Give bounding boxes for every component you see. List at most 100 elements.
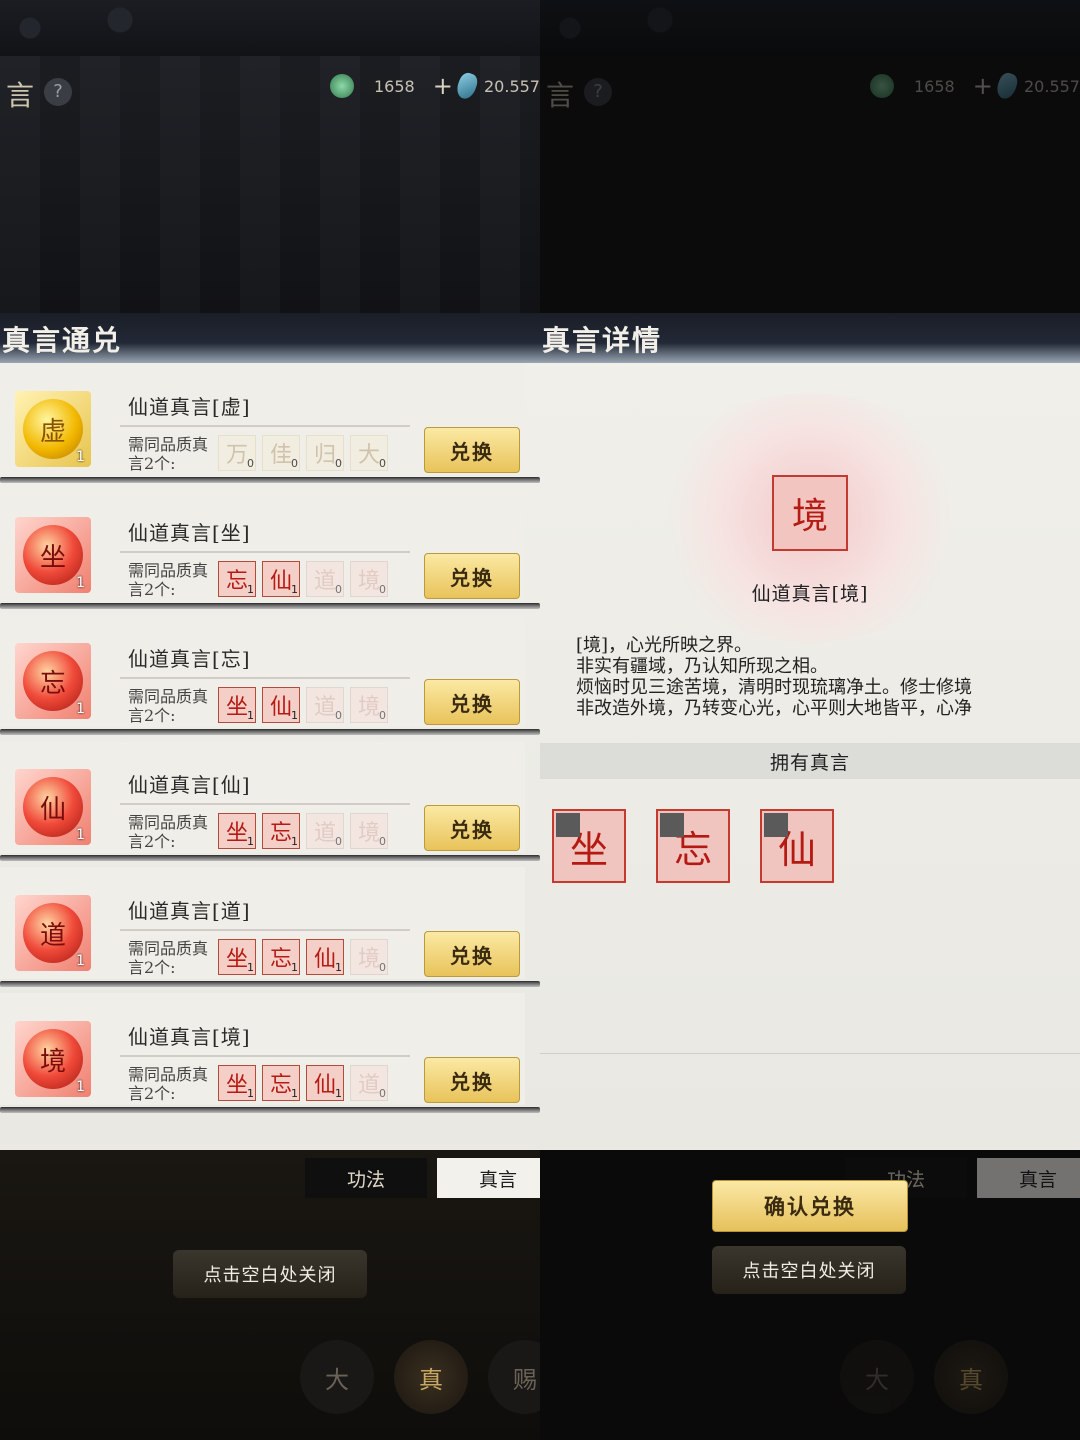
owned-seal[interactable]: 仙 bbox=[760, 809, 834, 883]
slot-count: 1 bbox=[291, 835, 298, 848]
requirement-slot[interactable]: 忘 1 bbox=[262, 1065, 300, 1101]
slot-glyph: 大 bbox=[357, 443, 380, 468]
exchange-row: 仙 1 仙道真言[仙] 需同品质真言2个: 坐 1 忘 1 道 0 境 0 兑换 bbox=[0, 741, 540, 861]
requirement-slot[interactable]: 道 0 bbox=[306, 687, 344, 723]
requirement-slots: 忘 1 仙 1 道 0 境 0 bbox=[218, 561, 388, 597]
requirement-slot[interactable]: 境 0 bbox=[350, 687, 388, 723]
requirement-slot[interactable]: 道 0 bbox=[350, 1065, 388, 1101]
tab-zhenyan[interactable]: 真言 bbox=[977, 1158, 1080, 1198]
bottom-nav: 大 真 赐 bbox=[300, 1340, 540, 1414]
item-icon-frame[interactable]: 虚 1 bbox=[15, 391, 91, 467]
slot-count: 1 bbox=[291, 583, 298, 596]
name-divider bbox=[120, 425, 410, 427]
exchange-row: 虚 1 仙道真言[虚] 需同品质真言2个: 万 0 佳 0 归 0 大 0 兑换 bbox=[0, 363, 540, 483]
tab-zhenyan[interactable]: 真言 bbox=[437, 1158, 540, 1198]
slot-glyph: 坐 bbox=[225, 821, 248, 846]
requirement-slot[interactable]: 坐 1 bbox=[218, 813, 256, 849]
tab-gongfa[interactable]: 功法 bbox=[305, 1158, 427, 1198]
slot-glyph: 境 bbox=[357, 569, 380, 594]
slot-count: 0 bbox=[379, 1087, 386, 1100]
help-icon[interactable]: ? bbox=[584, 78, 612, 106]
requirement-slot[interactable]: 忘 1 bbox=[262, 813, 300, 849]
select-checkbox-icon[interactable] bbox=[556, 813, 580, 837]
requirement-slot[interactable]: 仙 1 bbox=[306, 939, 344, 975]
requirement-label: 需同品质真言2个: bbox=[128, 561, 209, 599]
nav-zhenyan[interactable]: 真 bbox=[394, 1340, 468, 1414]
item-icon-frame[interactable]: 坐 1 bbox=[15, 517, 91, 593]
name-divider bbox=[120, 677, 410, 679]
item-icon-frame[interactable]: 仙 1 bbox=[15, 769, 91, 845]
slot-glyph: 仙 bbox=[269, 695, 292, 720]
slot-count: 0 bbox=[247, 457, 254, 470]
requirement-slot[interactable]: 忘 1 bbox=[218, 561, 256, 597]
requirement-slot[interactable]: 仙 1 bbox=[262, 687, 300, 723]
close-hint[interactable]: 点击空白处关闭 bbox=[712, 1246, 906, 1294]
item-orb-icon: 坐 bbox=[23, 525, 83, 585]
slot-glyph: 仙 bbox=[269, 569, 292, 594]
requirement-slot[interactable]: 境 0 bbox=[350, 813, 388, 849]
dialog-title: 真言详情 bbox=[542, 324, 663, 357]
requirement-slot[interactable]: 坐 1 bbox=[218, 687, 256, 723]
owned-seal[interactable]: 坐 bbox=[552, 809, 626, 883]
requirement-slot[interactable]: 仙 1 bbox=[262, 561, 300, 597]
slot-count: 0 bbox=[379, 709, 386, 722]
slot-glyph: 仙 bbox=[313, 947, 336, 972]
detail-body: 境 仙道真言[境] [境]，心光所映之界。 非实有疆域，乃认知所现之相。 烦恼时… bbox=[540, 363, 1080, 1153]
nav-ci[interactable]: 赐 bbox=[488, 1340, 540, 1414]
exchange-button[interactable]: 兑换 bbox=[424, 553, 520, 599]
slot-glyph: 归 bbox=[313, 443, 336, 468]
select-checkbox-icon[interactable] bbox=[660, 813, 684, 837]
exchange-button[interactable]: 兑换 bbox=[424, 805, 520, 851]
plus-icon[interactable]: + bbox=[433, 72, 453, 100]
nav-dadao[interactable]: 大 bbox=[300, 1340, 374, 1414]
desc-line: 烦恼时见三途苦境，清明时现琉璃净土。修士修境 bbox=[576, 677, 972, 698]
item-icon-frame[interactable]: 忘 1 bbox=[15, 643, 91, 719]
item-icon-frame[interactable]: 道 1 bbox=[15, 895, 91, 971]
slot-glyph: 坐 bbox=[225, 1073, 248, 1098]
requirement-slot[interactable]: 佳 0 bbox=[262, 435, 300, 471]
item-count: 1 bbox=[76, 827, 85, 843]
slot-glyph: 佳 bbox=[269, 443, 292, 468]
jade-icon bbox=[870, 74, 894, 98]
select-checkbox-icon[interactable] bbox=[764, 813, 788, 837]
nav-dadao[interactable]: 大 bbox=[840, 1340, 914, 1414]
exchange-row: 忘 1 仙道真言[忘] 需同品质真言2个: 坐 1 仙 1 道 0 境 0 兑换 bbox=[0, 615, 540, 735]
slot-glyph: 道 bbox=[357, 1073, 380, 1098]
divider bbox=[540, 1053, 1080, 1054]
exchange-button[interactable]: 兑换 bbox=[424, 1057, 520, 1103]
requirement-slot[interactable]: 坐 1 bbox=[218, 939, 256, 975]
desc-line: 非改造外境，乃转变心光，心平则大地皆平，心净 bbox=[576, 698, 972, 719]
slot-count: 0 bbox=[335, 457, 342, 470]
top-bar: 言 ? 1658 + 20.557 bbox=[0, 66, 540, 118]
requirement-slot[interactable]: 道 0 bbox=[306, 813, 344, 849]
item-icon-frame[interactable]: 境 1 bbox=[15, 1021, 91, 1097]
nav-zhenyan[interactable]: 真 bbox=[934, 1340, 1008, 1414]
exchange-button[interactable]: 兑换 bbox=[424, 679, 520, 725]
exchange-button[interactable]: 兑换 bbox=[424, 931, 520, 977]
slot-count: 1 bbox=[291, 709, 298, 722]
requirement-slot[interactable]: 道 0 bbox=[306, 561, 344, 597]
plus-icon[interactable]: + bbox=[973, 72, 993, 100]
owned-seal[interactable]: 忘 bbox=[656, 809, 730, 883]
item-orb-icon: 仙 bbox=[23, 777, 83, 837]
requirement-slot[interactable]: 归 0 bbox=[306, 435, 344, 471]
exchange-row: 坐 1 仙道真言[坐] 需同品质真言2个: 忘 1 仙 1 道 0 境 0 兑换 bbox=[0, 489, 540, 609]
jade-value: 1658 bbox=[914, 76, 955, 96]
gem-value: 20.557 bbox=[484, 76, 540, 96]
help-icon[interactable]: ? bbox=[44, 78, 72, 106]
requirement-slot[interactable]: 仙 1 bbox=[306, 1065, 344, 1101]
requirement-slot[interactable]: 万 0 bbox=[218, 435, 256, 471]
slot-glyph: 道 bbox=[313, 569, 336, 594]
slot-glyph: 仙 bbox=[313, 1073, 336, 1098]
requirement-label: 需同品质真言2个: bbox=[128, 1065, 209, 1103]
exchange-button[interactable]: 兑换 bbox=[424, 427, 520, 473]
requirement-slot[interactable]: 坐 1 bbox=[218, 1065, 256, 1101]
requirement-slot[interactable]: 大 0 bbox=[350, 435, 388, 471]
item-name: 仙道真言[境] bbox=[128, 1025, 251, 1049]
confirm-exchange-button[interactable]: 确认兑换 bbox=[712, 1180, 908, 1232]
close-hint[interactable]: 点击空白处关闭 bbox=[173, 1250, 367, 1298]
requirement-slot[interactable]: 忘 1 bbox=[262, 939, 300, 975]
requirement-slot[interactable]: 境 0 bbox=[350, 939, 388, 975]
requirement-slot[interactable]: 境 0 bbox=[350, 561, 388, 597]
detail-panel: 言 ? 1658 + 20.557 真言详情 境 仙道真言[境] [境]，心光所… bbox=[540, 0, 1080, 1440]
